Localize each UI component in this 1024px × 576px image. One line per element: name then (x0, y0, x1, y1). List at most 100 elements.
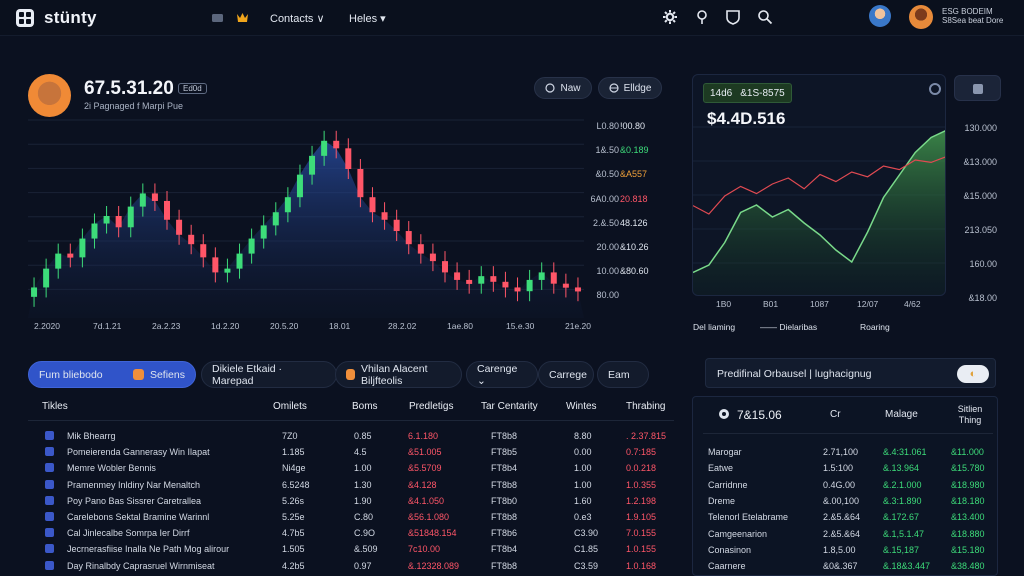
table-row[interactable]: Jecrnerasfiise Inalla Ne Path Mog alirou… (0, 541, 680, 557)
side-table-cell: &.1,5.1.47 (883, 528, 925, 539)
new-button[interactable]: Naw (534, 77, 592, 99)
table-cell: 1.9.105 (626, 512, 657, 522)
asset-price: 67.5.31.20 (84, 78, 174, 99)
col-header-title[interactable]: Tikles (42, 401, 68, 412)
nav-link-contacts[interactable]: Contacts ∨ (270, 12, 325, 25)
table-row[interactable]: Pramenmey Inldiny Nar Menaltch 6.5248 1.30… (0, 477, 680, 493)
y-axis-tick-label: 10.00 (596, 266, 619, 277)
radio-indicator-icon[interactable] (929, 83, 941, 95)
side-table-row[interactable]: Conasinon 1.8,5.00 &.15,187 &15.180 (693, 543, 993, 559)
row-checkbox[interactable] (45, 431, 54, 440)
edge-button-label: Elldge (623, 82, 652, 94)
location-pin-icon[interactable] (694, 9, 710, 25)
side-panel-col-3[interactable]: Sitlien Thing (955, 404, 985, 426)
row-checkbox[interactable] (45, 528, 54, 538)
row-checkbox[interactable] (45, 463, 54, 473)
col-header-3[interactable]: Boms (352, 401, 378, 412)
table-row[interactable]: Cal Jinlecalbe Somrpa Ier Dirrf 4.7b5 C.9O… (0, 525, 680, 541)
row-checkbox[interactable] (45, 512, 54, 521)
side-chart-card[interactable]: 14d6 &1S-8575 $4.4D.516 (692, 74, 946, 296)
table-cell: FT8b8 (491, 431, 518, 441)
tab-dikiele[interactable]: Dikiele Etkaid · Marepad (201, 361, 337, 388)
price-badge: !00.80 (620, 121, 646, 131)
table-cell: 7Z0 (282, 431, 298, 441)
row-checkbox[interactable] (45, 560, 54, 570)
side-table-cell: &15.180 (951, 544, 985, 555)
side-chart-value: $4.4D.516 (707, 109, 786, 128)
legend-item-2: —— Dielaribas (760, 322, 818, 332)
table-cell: FT8b0 (491, 495, 518, 506)
table-cell: Mik Bhearrg (67, 431, 116, 441)
y-axis-tick-label: 80.00 (596, 290, 619, 301)
candle-body (321, 140, 328, 156)
side-table-row[interactable]: Eatwe 1.5:100 &.13.964 &15.780 (693, 461, 993, 477)
tab-vhilan[interactable]: Vhilan Alacent Biljfteolis (335, 361, 462, 388)
folder-icon[interactable] (211, 11, 224, 24)
table-row[interactable]: Day Rinalbdy Caprasruel Wirnmiseat 4.2b5 0… (0, 558, 680, 574)
app-logo-icon[interactable] (16, 9, 34, 27)
candle-body (574, 287, 581, 292)
side-table-row[interactable]: Camgeenarion 2.&5.&64 &.1,5.1.47 &18.880 (693, 527, 993, 543)
shield-icon[interactable] (725, 9, 741, 25)
user-avatar-secondary[interactable] (869, 5, 891, 27)
table-cell: Pramenmey Inldiny Nar Menaltch (67, 479, 201, 490)
col-header-2[interactable]: Omilets (273, 401, 307, 412)
candle-body (466, 279, 473, 284)
table-cell: C.9O (354, 528, 376, 539)
tab-carrege[interactable]: Carrege (538, 361, 594, 388)
tab-label-1: Fum bliebodo (39, 368, 103, 381)
side-panel-col-1[interactable]: Cr (830, 409, 841, 420)
table-cell: Day Rinalbdy Caprasruel Wirnmiseat (67, 560, 215, 571)
candle-body (43, 268, 50, 288)
side-table-row[interactable]: Caarnere &0&.367 &.18&3.447 &38.480 (693, 559, 993, 575)
table-cell: &4.128 (408, 479, 437, 490)
edge-button[interactable]: Elldge (598, 77, 662, 99)
table-cell: 1.0.355 (626, 479, 657, 490)
side-table-row[interactable]: Telenorl Etelabrame 2.&5.&64 &.172.67 &13.4… (693, 510, 993, 526)
side-table-row[interactable]: Marogar 2.71,100 &.4:31.061 &11.000 (693, 445, 993, 461)
nav-link-heles[interactable]: Heles ▾ (349, 12, 386, 25)
settings-icon[interactable] (717, 407, 731, 421)
y-axis-tick-label: 2.&.50 (592, 217, 619, 228)
side-panel-toggle[interactable]: ◐ (957, 365, 989, 383)
candle-body (248, 238, 255, 254)
settings-gear-icon[interactable] (662, 9, 678, 25)
expand-button[interactable] (954, 75, 1001, 101)
brand-name[interactable]: stünty (44, 8, 97, 28)
tab-eam[interactable]: Eam (597, 361, 649, 388)
candle-body (115, 216, 122, 228)
tab-label-5: Carenge ⌄ (477, 362, 518, 387)
crown-icon[interactable] (236, 11, 249, 24)
row-checkbox[interactable] (45, 495, 54, 505)
table-cell: &56.1.080 (408, 512, 450, 522)
search-icon[interactable] (757, 9, 773, 25)
tab-fum-bliebodo[interactable]: Fum bliebodo Sefiens (28, 361, 196, 388)
row-checkbox[interactable] (45, 479, 54, 489)
candlestick-chart[interactable] (28, 110, 584, 318)
row-checkbox[interactable] (45, 447, 54, 457)
col-header-7[interactable]: Thrabing (626, 401, 665, 412)
price-badge: &80.60 (620, 266, 649, 277)
col-header-6[interactable]: Wintes (566, 401, 597, 412)
table-row[interactable]: Pomeierenda Gannerasy Win Ilapat 1.185 4.5… (0, 444, 680, 460)
table-row[interactable]: Poy Pano Bas Sissrer Caretrallea 5.26s 1.9… (0, 493, 680, 509)
col-header-4[interactable]: Predletigs (409, 401, 453, 412)
side-panel-col-2[interactable]: Malage (885, 409, 918, 420)
side-table-row[interactable]: Carridnne 0.4G.00 &.2.1.000 &18.980 (693, 478, 993, 494)
table-row[interactable]: Carelebons Sektal Bramine Warinnl 5.25e C.… (0, 509, 680, 525)
edit-chip[interactable]: Ed0d (178, 83, 207, 94)
table-row[interactable]: Mik Bhearrg 7Z0 0.85 6.1.180 FT8b8 8.80 . 2.37… (0, 428, 680, 444)
candle-body (454, 272, 461, 280)
col-header-5[interactable]: Tar Centarity (481, 401, 538, 412)
x-axis-tick-label: 20.5.20 (270, 321, 299, 331)
table-cell: 5.26s (282, 495, 305, 506)
side-table-row[interactable]: Dreme &.00,100 &.3:1.890 &18.180 (693, 494, 993, 510)
candle-body (200, 244, 207, 258)
side-table-cell: Telenorl Etelabrame (708, 512, 789, 523)
table-row[interactable]: Memre Wobler Bennis Ni4ge 1.00 &5.5709 FT8b4… (0, 460, 680, 476)
side-panel-toolbar: Predifinal Orbausel | lughacignug ◐ (705, 358, 996, 388)
table-cell: 7c10.00 (408, 544, 441, 555)
row-checkbox[interactable] (45, 544, 54, 554)
tab-carenge-dropdown[interactable]: Carenge ⌄ (466, 361, 538, 388)
user-avatar[interactable] (909, 5, 933, 29)
